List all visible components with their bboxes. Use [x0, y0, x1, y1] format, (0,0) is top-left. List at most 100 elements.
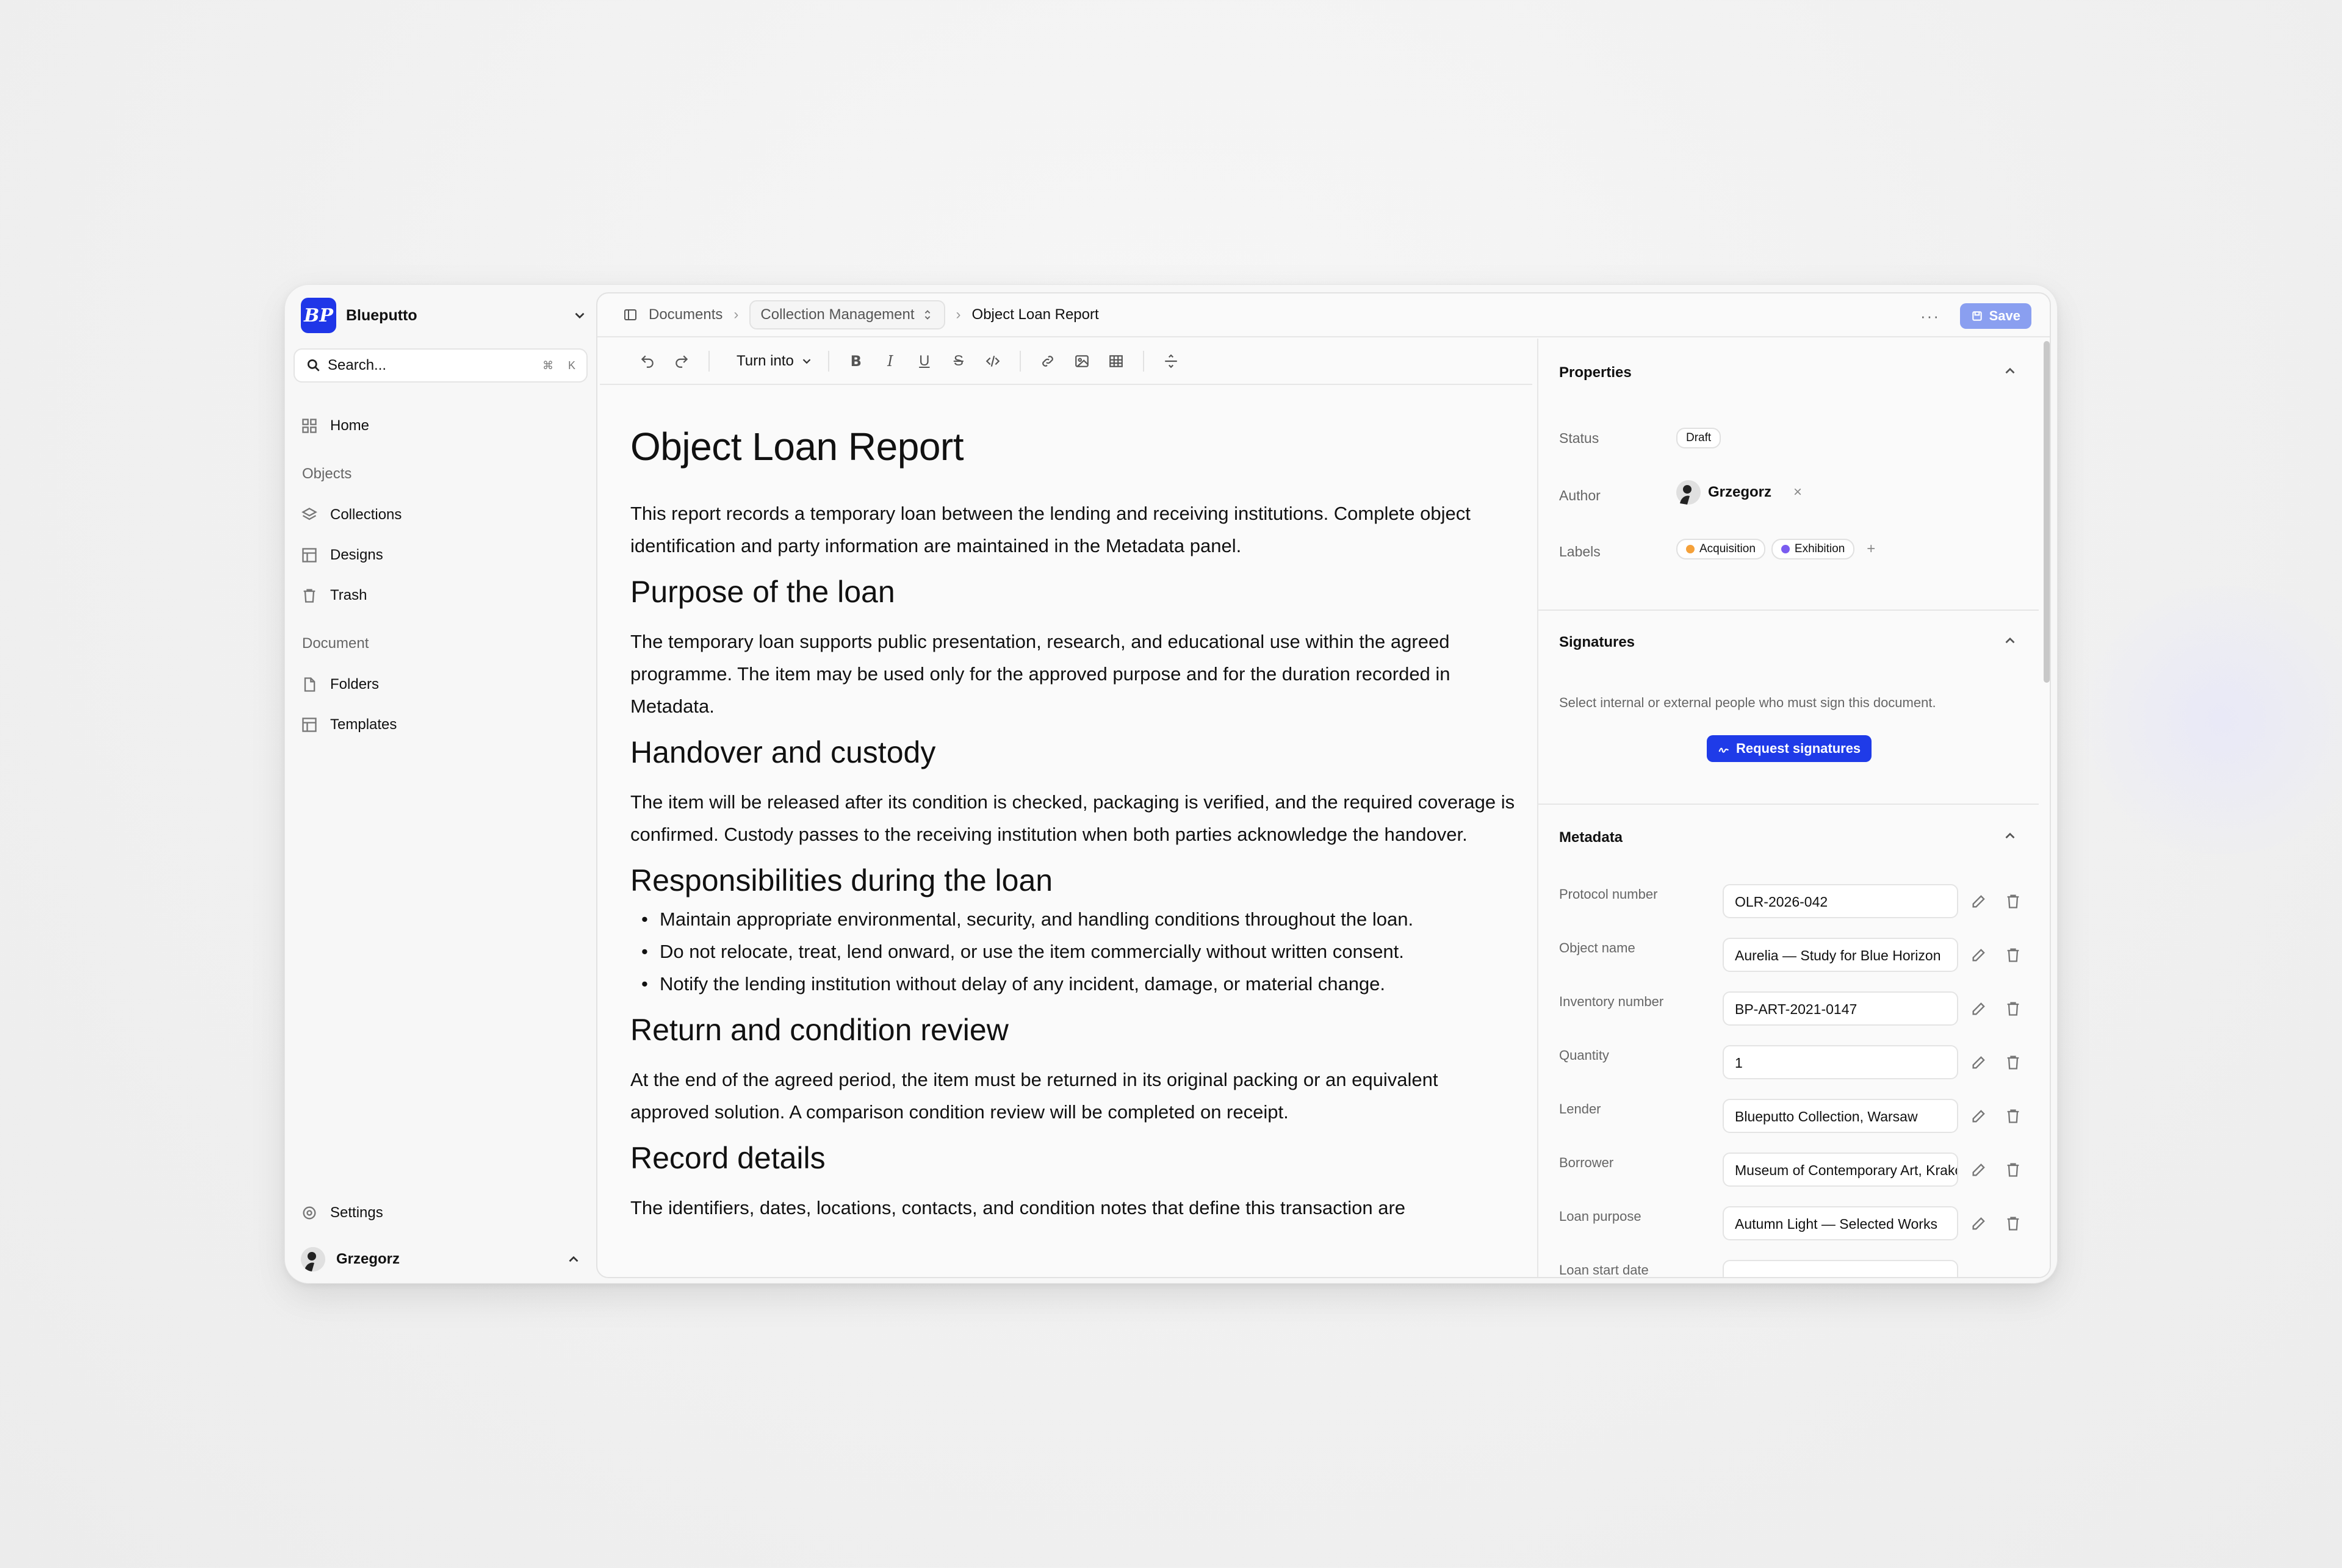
- trash-icon[interactable]: [2005, 1054, 2022, 1071]
- heading-record[interactable]: Record details: [630, 1140, 1515, 1176]
- sidebar-item-label: Folders: [330, 676, 380, 692]
- breadcrumb-current: Object Loan Report: [971, 306, 1099, 323]
- trash-icon[interactable]: [2005, 893, 2022, 910]
- table-button[interactable]: [1104, 349, 1128, 373]
- save-button[interactable]: Save: [1959, 303, 2031, 329]
- metadata-row-lender: Lender Blueputto Collection, Warsaw: [1538, 1099, 2039, 1135]
- search-icon: [307, 359, 320, 372]
- layout-icon: [302, 717, 317, 732]
- list-item[interactable]: Do not relocate, treat, lend onward, or …: [630, 935, 1515, 968]
- label-chip-exhibition[interactable]: Exhibition: [1771, 539, 1855, 559]
- labels-list: Acquisition Exhibition +: [1676, 539, 1875, 559]
- metadata-value-field[interactable]: Autumn Light — Selected Works: [1723, 1206, 1958, 1240]
- paragraph-intro[interactable]: This report records a temporary loan bet…: [630, 497, 1515, 562]
- file-icon: [304, 677, 315, 692]
- user-name: Grzegorz: [336, 1251, 400, 1267]
- panel-scrollbar[interactable]: [2044, 341, 2050, 683]
- sidebar-item-label: Designs: [330, 547, 383, 563]
- paragraph-handover[interactable]: The item will be released after its cond…: [630, 786, 1515, 851]
- metadata-value-field[interactable]: [1723, 1260, 1958, 1277]
- sidebar-item-trash[interactable]: Trash: [301, 580, 582, 611]
- layout-icon: [302, 548, 317, 563]
- edit-icon[interactable]: [1970, 1161, 1987, 1178]
- metadata-value-field[interactable]: 1: [1723, 1045, 1958, 1079]
- metadata-label: Lender: [1559, 1101, 1601, 1117]
- metadata-label: Quantity: [1559, 1048, 1609, 1063]
- chevron-right-icon: ›: [733, 306, 739, 323]
- workspace-switcher[interactable]: BP Blueputto: [301, 293, 588, 337]
- link-button[interactable]: [1036, 349, 1060, 373]
- author-label: Author: [1559, 487, 1601, 503]
- metadata-value-field[interactable]: BP-ART-2021-0147: [1723, 991, 1958, 1026]
- chevron-up-icon[interactable]: [2002, 363, 2018, 379]
- sidebar-toggle-icon[interactable]: [623, 307, 638, 322]
- trash-icon[interactable]: [2005, 946, 2022, 963]
- list-item[interactable]: Notify the lending institution without d…: [630, 968, 1515, 1000]
- add-label-icon[interactable]: +: [1867, 541, 1875, 558]
- heading-handover[interactable]: Handover and custody: [630, 735, 1515, 770]
- metadata-value-field[interactable]: OLR-2026-042: [1723, 884, 1958, 918]
- image-button[interactable]: [1070, 349, 1094, 373]
- sidebar-item-templates[interactable]: Templates: [301, 710, 582, 740]
- document-content[interactable]: Object Loan Report This report records a…: [630, 424, 1515, 1229]
- author-name: Grzegorz: [1708, 484, 1772, 500]
- underline-icon[interactable]: U: [912, 349, 937, 373]
- chevron-down-icon: [575, 312, 585, 319]
- divider-button[interactable]: [1159, 349, 1183, 373]
- more-options-button[interactable]: ···: [1920, 307, 1940, 326]
- save-label: Save: [1989, 308, 2020, 323]
- edit-icon[interactable]: [1970, 893, 1987, 910]
- list-item[interactable]: Maintain appropriate environmental, secu…: [630, 903, 1515, 935]
- chevron-up-icon[interactable]: [2002, 633, 2018, 649]
- remove-author-icon[interactable]: ×: [1793, 484, 1802, 501]
- sidebar-item-folders[interactable]: Folders: [301, 669, 582, 700]
- turn-into-label: Turn into: [737, 353, 794, 369]
- user-menu[interactable]: Grzegorz: [301, 1244, 582, 1275]
- request-signatures-button[interactable]: Request signatures: [1707, 735, 1872, 762]
- code-button[interactable]: [981, 349, 1005, 373]
- breadcrumb-documents[interactable]: Documents: [649, 306, 722, 323]
- signature-icon: [1718, 747, 1729, 753]
- strikethrough-icon[interactable]: S: [946, 349, 971, 373]
- trash-icon[interactable]: [2005, 1215, 2022, 1232]
- metadata-row-inventory-number: Inventory number BP-ART-2021-0147: [1538, 991, 2039, 1028]
- status-badge[interactable]: Draft: [1676, 428, 1721, 448]
- search-input[interactable]: Search... ⌘ K: [294, 348, 588, 383]
- trash-icon[interactable]: [2005, 1000, 2022, 1017]
- label-chip-acquisition[interactable]: Acquisition: [1676, 539, 1765, 559]
- author-chip[interactable]: Grzegorz ×: [1676, 480, 1802, 505]
- italic-icon[interactable]: I: [878, 349, 903, 373]
- edit-icon[interactable]: [1970, 1054, 1987, 1071]
- metadata-value-field[interactable]: Museum of Contemporary Art, Kraków: [1723, 1153, 1958, 1187]
- heading-return[interactable]: Return and condition review: [630, 1012, 1515, 1048]
- sidebar-item-designs[interactable]: Designs: [301, 540, 582, 570]
- heading-purpose[interactable]: Purpose of the loan: [630, 574, 1515, 610]
- separator-icon: [1165, 354, 1177, 369]
- trash-icon[interactable]: [2005, 1161, 2022, 1178]
- edit-icon[interactable]: [1970, 1215, 1987, 1232]
- edit-icon[interactable]: [1970, 1107, 1987, 1124]
- bold-icon[interactable]: B: [844, 349, 868, 373]
- metadata-value-field[interactable]: Aurelia — Study for Blue Horizon: [1723, 938, 1958, 972]
- document-title[interactable]: Object Loan Report: [630, 424, 1515, 469]
- sidebar-item-collections[interactable]: Collections: [301, 500, 582, 530]
- app-window: BP Blueputto Search... ⌘ K Home Objects …: [284, 284, 2058, 1284]
- trash-icon[interactable]: [2005, 1107, 2022, 1124]
- paragraph-return[interactable]: At the end of the agreed period, the ite…: [630, 1063, 1515, 1128]
- sidebar-item-settings[interactable]: Settings: [301, 1198, 582, 1228]
- sidebar-item-home[interactable]: Home: [301, 411, 582, 441]
- undo-button[interactable]: [635, 349, 660, 373]
- edit-icon[interactable]: [1970, 1000, 1987, 1017]
- label-text: Exhibition: [1794, 542, 1845, 555]
- edit-icon[interactable]: [1970, 946, 1987, 963]
- paragraph-record[interactable]: The identifiers, dates, locations, conta…: [630, 1192, 1515, 1224]
- breadcrumb-collection-management[interactable]: Collection Management: [749, 300, 945, 329]
- chevron-up-icon[interactable]: [2002, 828, 2018, 844]
- signatures-title: Signatures: [1559, 634, 1635, 650]
- image-icon: [1075, 355, 1089, 367]
- heading-responsibilities[interactable]: Responsibilities during the loan: [630, 863, 1515, 898]
- turn-into-dropdown[interactable]: Turn into: [737, 353, 813, 370]
- redo-button[interactable]: [669, 349, 694, 373]
- metadata-value-field[interactable]: Blueputto Collection, Warsaw: [1723, 1099, 1958, 1133]
- paragraph-purpose[interactable]: The temporary loan supports public prese…: [630, 625, 1515, 722]
